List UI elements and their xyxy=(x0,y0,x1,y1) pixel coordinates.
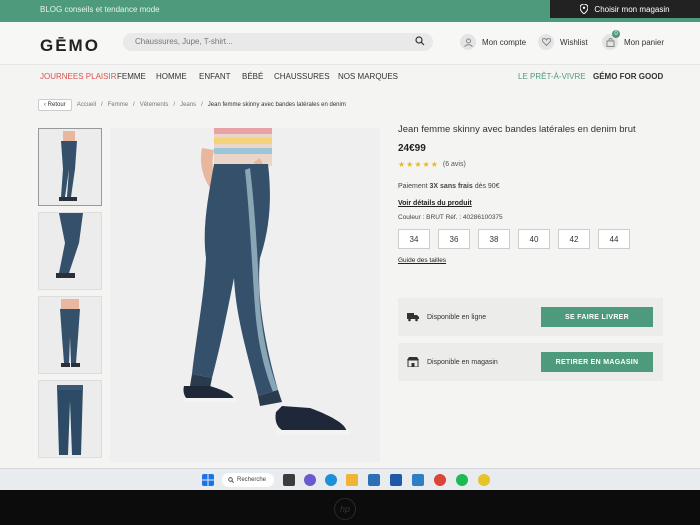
nav-item-homme[interactable]: HOMME xyxy=(156,72,187,81)
nav-item-enfant[interactable]: ENFANT xyxy=(199,72,231,81)
home-delivery-button[interactable]: SE FAIRE LIVRER xyxy=(541,307,653,327)
product-thumbnail[interactable] xyxy=(38,212,102,290)
delivery-truck-icon xyxy=(407,313,419,322)
online-availability-label: Disponible en ligne xyxy=(427,313,487,321)
search-bar[interactable] xyxy=(123,33,433,51)
breadcrumb-current: Jean femme skinny avec bandes latérales … xyxy=(207,102,346,108)
star-rating-icon: ★★★★★ xyxy=(398,160,439,169)
search-icon xyxy=(228,477,234,483)
nav-item-nos-marques[interactable]: NOS MARQUES xyxy=(338,72,398,81)
product-thumbnail[interactable] xyxy=(38,296,102,374)
size-option[interactable]: 42 xyxy=(558,229,590,249)
breadcrumb-separator: / xyxy=(173,102,176,108)
size-option[interactable]: 38 xyxy=(478,229,510,249)
site-header: GĒMO Mon compte Wishlist 0 Mon panier xyxy=(0,22,700,65)
size-option[interactable]: 34 xyxy=(398,229,430,249)
nav-item-gemo-for-good[interactable]: GÉMO FOR GOOD xyxy=(593,72,663,81)
heart-icon xyxy=(538,34,554,50)
location-pin-icon xyxy=(580,4,589,14)
product-price: 24€99 xyxy=(398,143,426,154)
store-app-icon[interactable] xyxy=(368,474,380,486)
product-thumbnail[interactable] xyxy=(38,380,102,458)
wishlist-link[interactable]: Wishlist xyxy=(538,34,588,50)
chrome-icon[interactable] xyxy=(434,474,446,486)
breadcrumb-home[interactable]: Accueil xyxy=(77,102,96,108)
windows-taskbar: Recherche xyxy=(0,468,700,490)
search-icon[interactable] xyxy=(415,36,425,46)
payment-info: Paiement 3X sans frais dès 90€ xyxy=(398,183,668,190)
file-explorer-icon[interactable] xyxy=(346,474,358,486)
search-input[interactable] xyxy=(133,36,397,47)
nav-item-bebe[interactable]: BÉBÉ xyxy=(242,72,263,81)
taskbar-search-label: Recherche xyxy=(237,477,267,483)
nav-item-pret-a-vivre[interactable]: LE PRÊT-À-VIVRE xyxy=(518,72,586,81)
review-count: (6 avis) xyxy=(442,161,466,168)
app-icon[interactable] xyxy=(478,474,490,486)
breadcrumb-jeans[interactable]: Jeans xyxy=(180,102,196,108)
browser-screen: BLOG conseils et tendance mode Choisir m… xyxy=(0,0,700,490)
edge-browser-icon[interactable] xyxy=(325,474,337,486)
cart-icon: 0 xyxy=(602,30,620,50)
chat-icon[interactable] xyxy=(304,474,316,486)
cart-count-badge: 0 xyxy=(612,30,620,38)
payment-prefix: Paiement xyxy=(398,183,428,190)
breadcrumb-separator: / xyxy=(101,102,103,108)
size-selector: 34 36 38 40 42 44 xyxy=(398,229,668,249)
product-thumbnails xyxy=(38,128,102,464)
nav-item-chaussures[interactable]: CHAUSSURES xyxy=(274,72,330,81)
cart-link[interactable]: 0 Mon panier xyxy=(602,30,665,50)
top-banner: BLOG conseils et tendance mode Choisir m… xyxy=(0,0,700,22)
cart-label: Mon panier xyxy=(624,37,665,47)
wishlist-label: Wishlist xyxy=(560,37,588,47)
photos-icon[interactable] xyxy=(412,474,424,486)
choose-store-label: Choisir mon magasin xyxy=(594,4,670,14)
product-title: Jean femme skinny avec bandes latérales … xyxy=(398,124,636,135)
blog-link[interactable]: BLOG conseils et tendance mode xyxy=(40,5,160,14)
mail-icon[interactable] xyxy=(390,474,402,486)
breadcrumb-femme[interactable]: Femme xyxy=(108,102,128,108)
nav-item-journees-plaisir[interactable]: JOURNEES PLAISIR xyxy=(40,72,116,81)
size-option[interactable]: 40 xyxy=(518,229,550,249)
size-guide-link[interactable]: Guide des tailles xyxy=(398,257,668,264)
breadcrumb: ‹ Retour Accueil / Femme / Vêtements / Jean… xyxy=(38,98,346,112)
main-nav: JOURNEES PLAISIR FEMME HOMME ENFANT BÉBÉ… xyxy=(0,66,700,88)
store-icon xyxy=(407,357,419,367)
choose-store-button[interactable]: Choisir mon magasin xyxy=(550,0,700,18)
product-main-image[interactable] xyxy=(110,128,380,462)
click-and-collect-button[interactable]: RETIRER EN MAGASIN xyxy=(541,352,653,372)
breadcrumb-vetements[interactable]: Vêtements xyxy=(140,102,169,108)
size-option[interactable]: 36 xyxy=(438,229,470,249)
breadcrumb-separator: / xyxy=(133,102,135,108)
store-availability-label: Disponible en magasin xyxy=(427,358,498,366)
spotify-icon[interactable] xyxy=(456,474,468,486)
product-rating[interactable]: ★★★★★ (6 avis) xyxy=(398,160,668,169)
product-details-link[interactable]: Voir détails du produit xyxy=(398,200,668,207)
breadcrumb-separator: / xyxy=(201,102,203,108)
product-thumbnail[interactable] xyxy=(38,128,102,206)
gemo-logo[interactable]: GĒMO xyxy=(40,36,100,56)
taskbar-search[interactable]: Recherche xyxy=(222,473,274,487)
back-label: Retour xyxy=(47,102,66,108)
payment-highlight: 3X sans frais xyxy=(429,183,473,190)
payment-suffix: dès 90€ xyxy=(474,183,500,190)
account-link[interactable]: Mon compte xyxy=(460,34,526,50)
windows-start-icon[interactable] xyxy=(202,474,214,486)
back-button[interactable]: ‹ Retour xyxy=(38,99,72,111)
nav-item-femme[interactable]: FEMME xyxy=(117,72,146,81)
user-icon xyxy=(460,34,476,50)
account-label: Mon compte xyxy=(482,37,527,47)
product-info-panel: Jean femme skinny avec bandes latérales … xyxy=(398,124,668,264)
online-availability: Disponible en ligne SE FAIRE LIVRER xyxy=(398,298,663,336)
laptop-bezel: hp xyxy=(0,490,700,525)
color-reference: Couleur : BRUT Réf. : 40286100375 xyxy=(398,214,503,221)
hp-logo-icon: hp xyxy=(334,498,356,520)
store-availability: Disponible en magasin RETIRER EN MAGASIN xyxy=(398,343,663,381)
size-option[interactable]: 44 xyxy=(598,229,630,249)
task-view-icon[interactable] xyxy=(283,474,295,486)
